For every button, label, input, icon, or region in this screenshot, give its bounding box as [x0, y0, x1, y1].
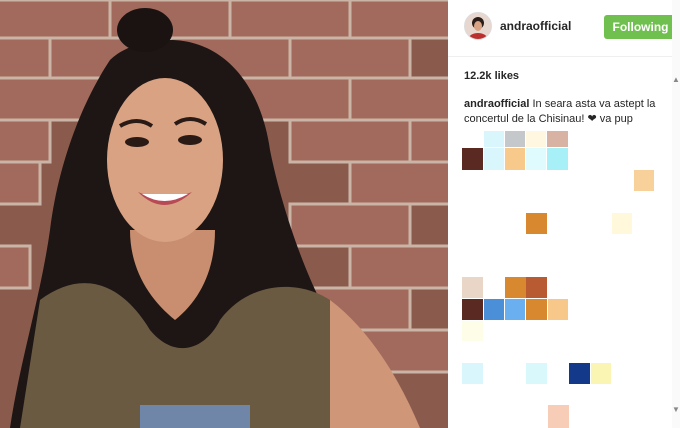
redacted-block: [547, 131, 568, 147]
redacted-block: [484, 299, 504, 320]
scroll-down-icon[interactable]: ▼: [672, 406, 680, 414]
post-photo[interactable]: [0, 0, 449, 428]
redacted-block: [591, 363, 611, 384]
redacted-block: [462, 148, 483, 170]
redacted-block: [547, 148, 568, 170]
redacted-block: [505, 131, 525, 147]
redacted-block: [462, 299, 483, 320]
redacted-block: [526, 277, 547, 298]
redacted-block: [548, 299, 568, 320]
redacted-block: [462, 321, 483, 341]
redacted-block: [526, 213, 547, 234]
redacted-block: [569, 363, 590, 384]
redacted-block: [505, 299, 525, 320]
redacted-block: [612, 213, 632, 234]
redacted-block: [505, 277, 526, 298]
redacted-block: [484, 131, 504, 147]
redacted-block: [484, 148, 504, 170]
redacted-block: [526, 148, 546, 170]
redacted-block: [526, 299, 547, 320]
comments-scrollbar[interactable]: ▲ ▼: [672, 0, 680, 428]
post-sidebar: andraofficial Following 12.2k likes andr…: [448, 0, 680, 428]
redacted-block: [462, 277, 483, 298]
redacted-block: [505, 148, 525, 170]
instagram-post-view: andraofficial Following 12.2k likes andr…: [0, 0, 680, 428]
redacted-block: [634, 170, 654, 191]
redacted-block: [548, 405, 569, 428]
redacted-comments: [448, 0, 680, 428]
scroll-up-icon[interactable]: ▲: [672, 76, 680, 84]
post-photo-image: [0, 0, 448, 428]
redacted-block: [526, 131, 546, 147]
redacted-block: [462, 363, 483, 384]
redacted-block: [526, 363, 547, 384]
